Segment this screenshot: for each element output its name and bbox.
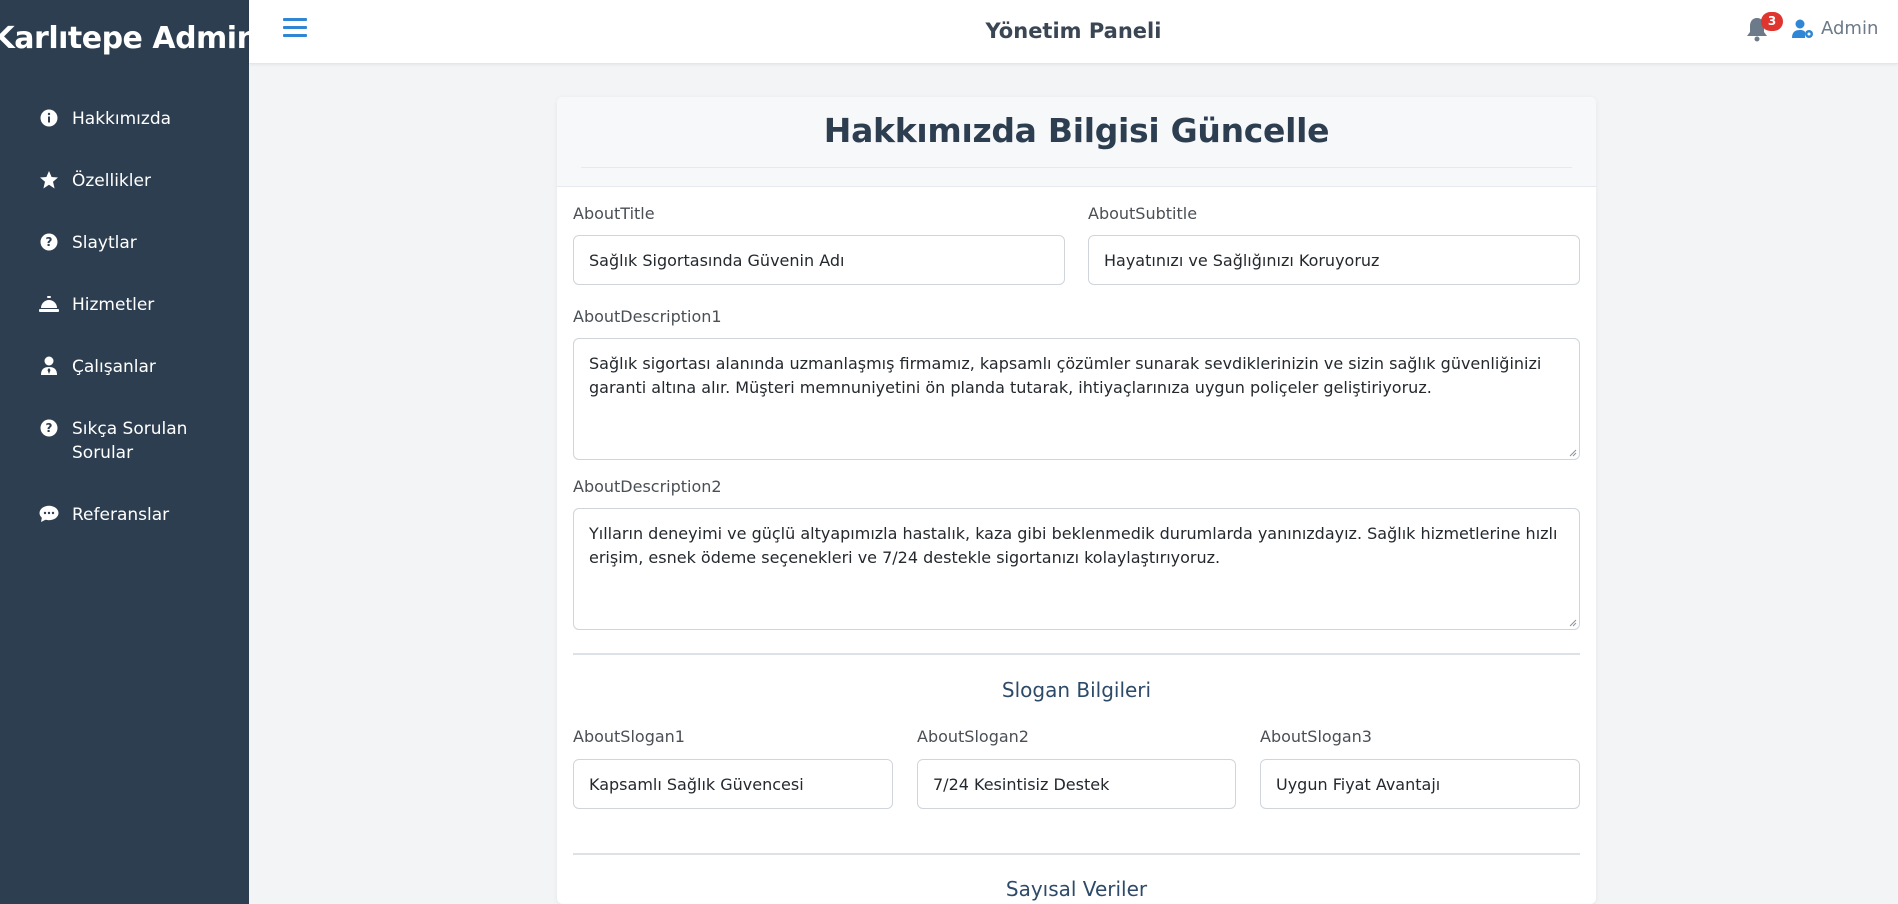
question-icon: ? <box>38 417 60 439</box>
about-slogan1-input[interactable]: Kapsamlı Sağlık Güvencesi <box>573 759 893 809</box>
about-title-label: AboutTitle <box>573 204 655 223</box>
numeric-section-title: Sayısal Veriler <box>1005 877 1148 901</box>
sidebar: Karlıtepe Admin Hakkımızda Özellikler ? … <box>0 0 258 904</box>
about-description1-textarea[interactable]: Sağlık sigortası alanında uzmanlaşmış fi… <box>573 338 1580 460</box>
sidebar-item-label: Hakkımızda <box>72 109 172 129</box>
section-divider <box>573 653 1580 655</box>
form-title: Hakkımızda Bilgisi Güncelle <box>823 111 1330 150</box>
info-icon <box>38 107 60 129</box>
sidebar-item-label: Özellikler <box>72 171 151 191</box>
about-slogan3-input[interactable]: Uygun Fiyat Avantajı <box>1260 759 1580 809</box>
question-icon: ? <box>38 231 60 253</box>
menu-toggle-icon[interactable] <box>283 18 307 42</box>
svg-text:?: ? <box>46 235 53 249</box>
header-divider <box>581 167 1572 168</box>
concierge-bell-icon <box>38 293 60 315</box>
notification-badge: 3 <box>1761 12 1783 31</box>
sidebar-item-label: Sıkça Sorulan Sorular <box>72 419 188 463</box>
about-description1-label: AboutDescription1 <box>573 307 722 326</box>
sidebar-item-hizmetler[interactable]: Hizmetler <box>0 276 249 338</box>
resize-grip-icon[interactable] <box>1569 619 1577 627</box>
brand-logo[interactable]: Karlıtepe Admin <box>0 0 258 76</box>
page-title: Yönetim Paneli <box>985 19 1162 43</box>
sidebar-item-label: Referanslar <box>72 505 170 525</box>
resize-grip-icon[interactable] <box>1569 449 1577 457</box>
top-bar: Yönetim Paneli 3 Admin <box>249 0 1898 64</box>
section-divider <box>573 853 1580 855</box>
user-gear-icon <box>1792 19 1813 38</box>
sidebar-item-hakkimizda[interactable]: Hakkımızda <box>0 90 249 152</box>
svg-text:?: ? <box>46 421 53 435</box>
user-tie-icon <box>38 355 60 377</box>
star-icon <box>38 169 60 191</box>
sidebar-item-label: Hizmetler <box>72 295 155 315</box>
sidebar-item-ozellikler[interactable]: Özellikler <box>0 152 249 214</box>
about-subtitle-input[interactable]: Hayatınızı ve Sağlığınızı Koruyoruz <box>1088 235 1580 285</box>
comment-dots-icon <box>38 503 60 525</box>
about-slogan2-label: AboutSlogan2 <box>917 727 1029 746</box>
about-slogan1-label: AboutSlogan1 <box>573 727 685 746</box>
about-description2-label: AboutDescription2 <box>573 477 722 496</box>
about-slogan2-input[interactable]: 7/24 Kesintisiz Destek <box>917 759 1236 809</box>
about-description2-textarea[interactable]: Yılların deneyimi ve güçlü altyapımızla … <box>573 508 1580 630</box>
slogan-section-title: Slogan Bilgileri <box>1001 678 1152 702</box>
about-description1-text: Sağlık sigortası alanında uzmanlaşmış fi… <box>589 354 1542 397</box>
sidebar-item-label: Slaytlar <box>72 233 137 253</box>
sidebar-item-calisanlar[interactable]: Çalışanlar <box>0 338 249 400</box>
user-menu[interactable]: Admin <box>1792 18 1878 39</box>
about-subtitle-label: AboutSubtitle <box>1088 204 1198 223</box>
sidebar-nav: Hakkımızda Özellikler ? Slaytlar Hizmetl… <box>0 90 249 548</box>
about-description2-text: Yılların deneyimi ve güçlü altyapımızla … <box>589 524 1558 567</box>
sidebar-item-sss[interactable]: ? Sıkça Sorulan Sorular <box>0 400 249 486</box>
card-header: Hakkımızda Bilgisi Güncelle <box>557 97 1596 187</box>
sidebar-item-referanslar[interactable]: Referanslar <box>0 486 249 548</box>
sidebar-item-label: Çalışanlar <box>72 357 156 377</box>
about-form-card: Hakkımızda Bilgisi Güncelle AboutTitle S… <box>557 97 1596 904</box>
sidebar-item-slaytlar[interactable]: ? Slaytlar <box>0 214 249 276</box>
user-name: Admin <box>1821 18 1879 39</box>
about-title-input[interactable]: Sağlık Sigortasında Güvenin Adı <box>573 235 1065 285</box>
about-slogan3-label: AboutSlogan3 <box>1260 727 1372 746</box>
